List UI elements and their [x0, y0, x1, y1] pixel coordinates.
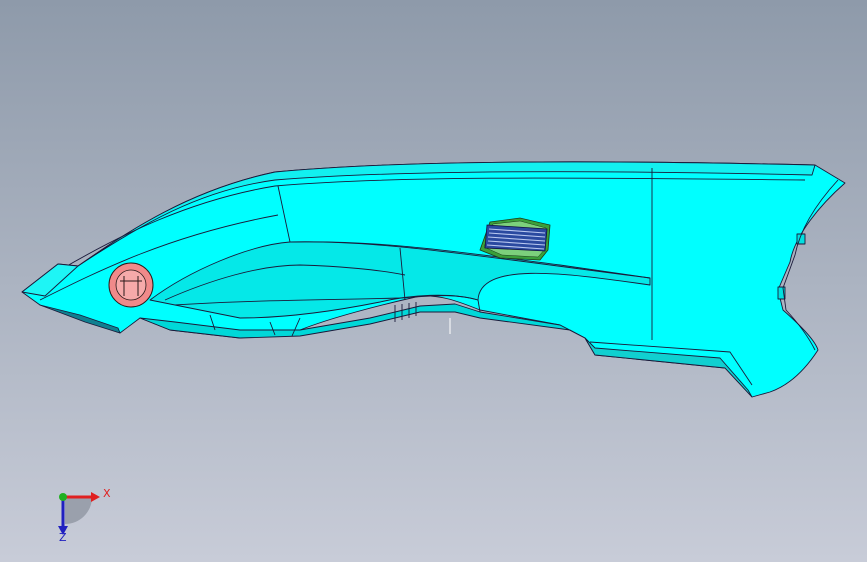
round-badge[interactable] — [108, 262, 154, 308]
z-axis-label: Z — [59, 531, 67, 544]
y-axis-dot — [59, 493, 67, 501]
cad-viewport[interactable]: X Z — [0, 0, 867, 562]
x-axis-label: X — [103, 487, 111, 500]
air-vent[interactable] — [479, 217, 551, 261]
badge-inner — [115, 269, 147, 301]
